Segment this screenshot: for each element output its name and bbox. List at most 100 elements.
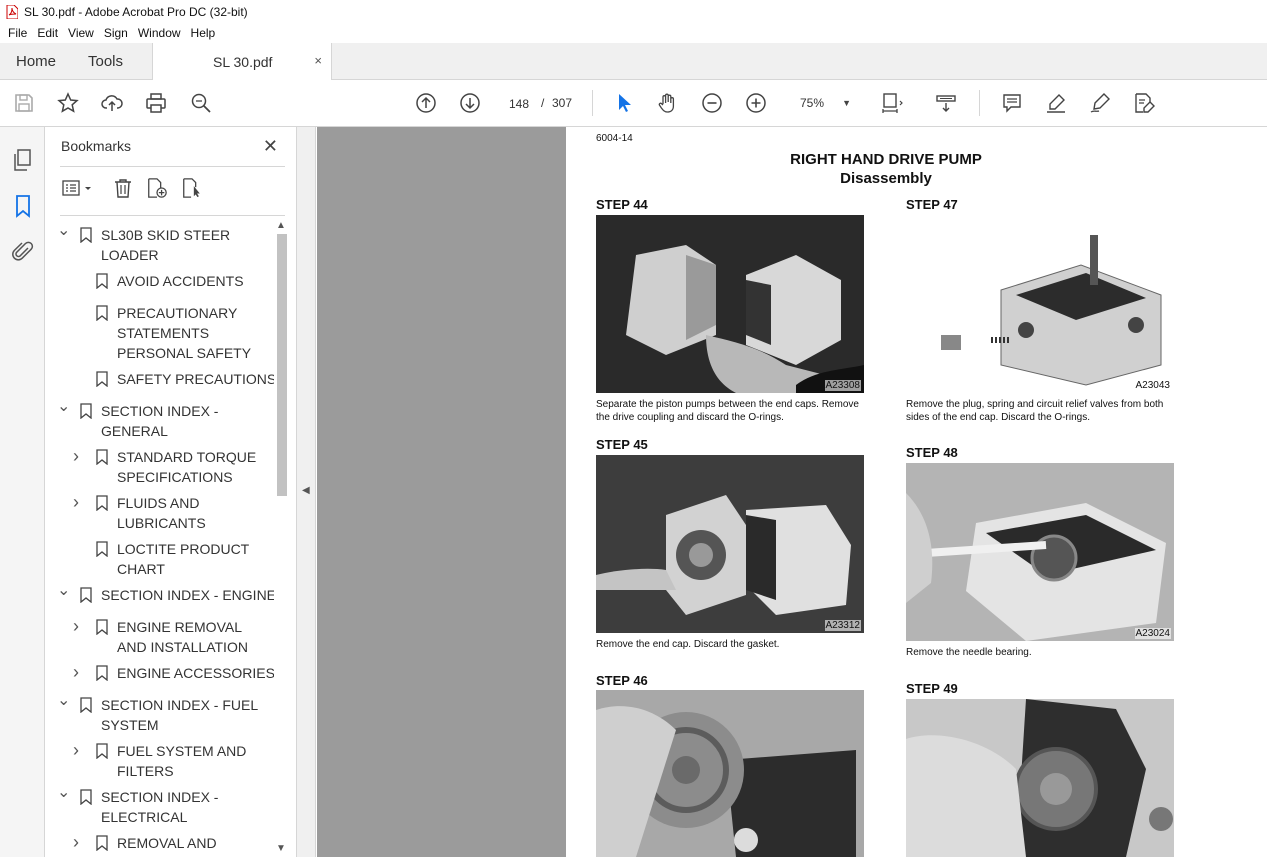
bookmarks-panel-icon[interactable] [11,194,35,218]
menu-file[interactable]: File [3,26,32,40]
document-view[interactable]: 6004-14 RIGHT HAND DRIVE PUMP Disassembl… [317,127,1267,857]
highlight-icon[interactable] [1044,91,1068,115]
chevron-right-icon[interactable]: › [73,492,87,512]
menu-sign[interactable]: Sign [99,26,133,40]
print-icon[interactable] [144,91,168,115]
acrobat-pdf-icon [6,4,18,19]
bookmark-label: PRECAUTIONARY STATEMENTS PERSONAL SAFETY [117,305,252,361]
step-photo: A23308 [596,215,864,393]
menu-view[interactable]: View [63,26,99,40]
menu-edit[interactable]: Edit [32,26,63,40]
upload-icon[interactable] [100,91,124,115]
tab-bar: Home Tools SL 30.pdf × [0,43,1267,81]
chevron-right-icon[interactable]: › [73,446,87,466]
bookmark-icon [96,371,108,387]
bookmark-item[interactable]: › FUEL SYSTEM AND FILTERS [55,740,277,781]
step-heading: STEP 49 [906,681,958,696]
search-zoom-icon[interactable] [189,91,213,115]
bookmark-item[interactable]: ⌄ SECTION INDEX - ELECTRICAL [55,784,277,827]
scrollbar-thumb[interactable] [277,234,287,496]
page-down-icon[interactable] [458,91,482,115]
sign-icon[interactable] [1088,91,1112,115]
scroll-mode-icon[interactable] [934,91,958,115]
zoom-out-icon[interactable] [700,91,724,115]
menu-bar: File Edit View Sign Window Help [0,23,1267,43]
bookmark-item[interactable]: ⌄ SECTION INDEX - FUEL SYSTEM [55,692,277,735]
menu-window[interactable]: Window [133,26,186,40]
scroll-down-icon[interactable]: ▼ [276,843,286,854]
scroll-up-icon[interactable]: ▲ [276,220,286,231]
chevron-down-icon[interactable]: ⌄ [57,221,71,241]
chevron-down-icon[interactable]: ⌄ [57,581,71,601]
attachments-icon[interactable] [11,240,35,264]
bookmarks-scrollbar[interactable]: ▲ ▼ [274,220,290,856]
bookmark-item[interactable]: LOCTITE PRODUCT CHART [55,539,277,579]
zoom-level-select[interactable]: 75% ▼ [791,90,857,116]
bookmark-item[interactable]: › ENGINE ACCESSORIES [55,662,277,683]
bookmark-icon [96,835,108,851]
close-icon[interactable]: ✕ [263,136,278,157]
bookmark-icon [96,273,108,289]
page-number-input[interactable]: 148 [500,90,538,116]
bookmark-label: SECTION INDEX - ELECTRICAL [101,789,219,825]
bookmark-item[interactable]: SAFETY PRECAUTIONS [55,369,277,389]
bookmark-icon [96,305,108,321]
step-heading: STEP 45 [596,437,648,452]
select-cursor-icon[interactable] [612,91,636,115]
collapse-panel-icon[interactable]: ◀ [302,485,310,496]
save-icon[interactable] [12,91,36,115]
bookmark-item[interactable]: ⌄ SL30B SKID STEER LOADER [55,222,277,265]
hand-icon[interactable] [656,91,680,115]
step-photo: A23312 [596,455,864,633]
bookmark-label: SAFETY PRECAUTIONS [117,371,277,387]
panel-splitter[interactable]: ◀ [296,127,316,857]
bookmark-icon [96,541,108,557]
bookmark-label: LOCTITE PRODUCT CHART [117,541,250,577]
bookmark-item[interactable]: › ENGINE REMOVAL AND INSTALLATION [55,616,277,657]
bookmark-label: SECTION INDEX - ENGINE [101,587,277,603]
chevron-down-icon[interactable]: ⌄ [57,397,71,417]
new-bookmark-icon[interactable] [146,177,168,199]
zoom-in-icon[interactable] [744,91,768,115]
tab-home[interactable]: Home [16,43,56,80]
menu-help[interactable]: Help [186,26,221,40]
page-code: 6004-14 [596,133,633,144]
bookmark-icon [80,697,92,713]
bookmark-item[interactable]: AVOID ACCIDENTS [55,271,277,291]
bookmark-item[interactable]: ⌄ SECTION INDEX - ENGINE [55,582,277,605]
edit-pdf-icon[interactable] [1132,91,1156,115]
bookmark-label: STANDARD TORQUE SPECIFICATIONS [117,449,257,485]
tab-tools[interactable]: Tools [88,43,123,80]
tab-close-icon[interactable]: × [314,53,322,68]
fit-page-icon[interactable] [880,91,904,115]
bookmark-item[interactable]: ⌄ SECTION INDEX - GENERAL [55,398,277,441]
star-icon[interactable] [56,91,80,115]
bookmark-item[interactable]: PRECAUTIONARY STATEMENTS PERSONAL SAFETY [55,303,277,363]
chevron-down-icon[interactable]: ⌄ [57,691,71,711]
bookmark-options-icon[interactable] [61,177,91,199]
page-thumbnails-icon[interactable] [11,148,35,172]
bookmark-item[interactable]: › FLUIDS AND LUBRICANTS [55,492,277,533]
chevron-right-icon[interactable]: › [73,740,87,760]
tab-document[interactable]: SL 30.pdf × [152,43,332,81]
bookmark-icon [96,619,108,635]
chevron-right-icon[interactable]: › [73,616,87,636]
page-up-icon[interactable] [414,91,438,115]
bookmark-item[interactable]: › STANDARD TORQUE SPECIFICATIONS [55,446,277,487]
bookmarks-title: Bookmarks [61,138,132,154]
figure-code: A23312 [824,620,861,631]
bookmarks-toolbar [60,175,285,203]
delete-bookmark-icon[interactable] [112,177,134,199]
step-heading: STEP 46 [596,673,648,688]
bookmark-label: SECTION INDEX - GENERAL [101,403,219,439]
bookmark-item[interactable]: › REMOVAL AND [55,832,277,853]
bookmarks-panel: Bookmarks ✕ ⌄ SL30B SKID STEER LOADER AVOID… [45,127,296,857]
chevron-right-icon[interactable]: › [73,832,87,852]
total-pages: 307 [552,96,573,110]
comment-icon[interactable] [1000,91,1024,115]
find-bookmark-icon[interactable] [181,177,203,199]
zoom-level-value: 75% [800,96,825,110]
chevron-down-icon[interactable]: ⌄ [57,783,71,803]
divider [60,215,285,216]
chevron-right-icon[interactable]: › [73,662,87,682]
